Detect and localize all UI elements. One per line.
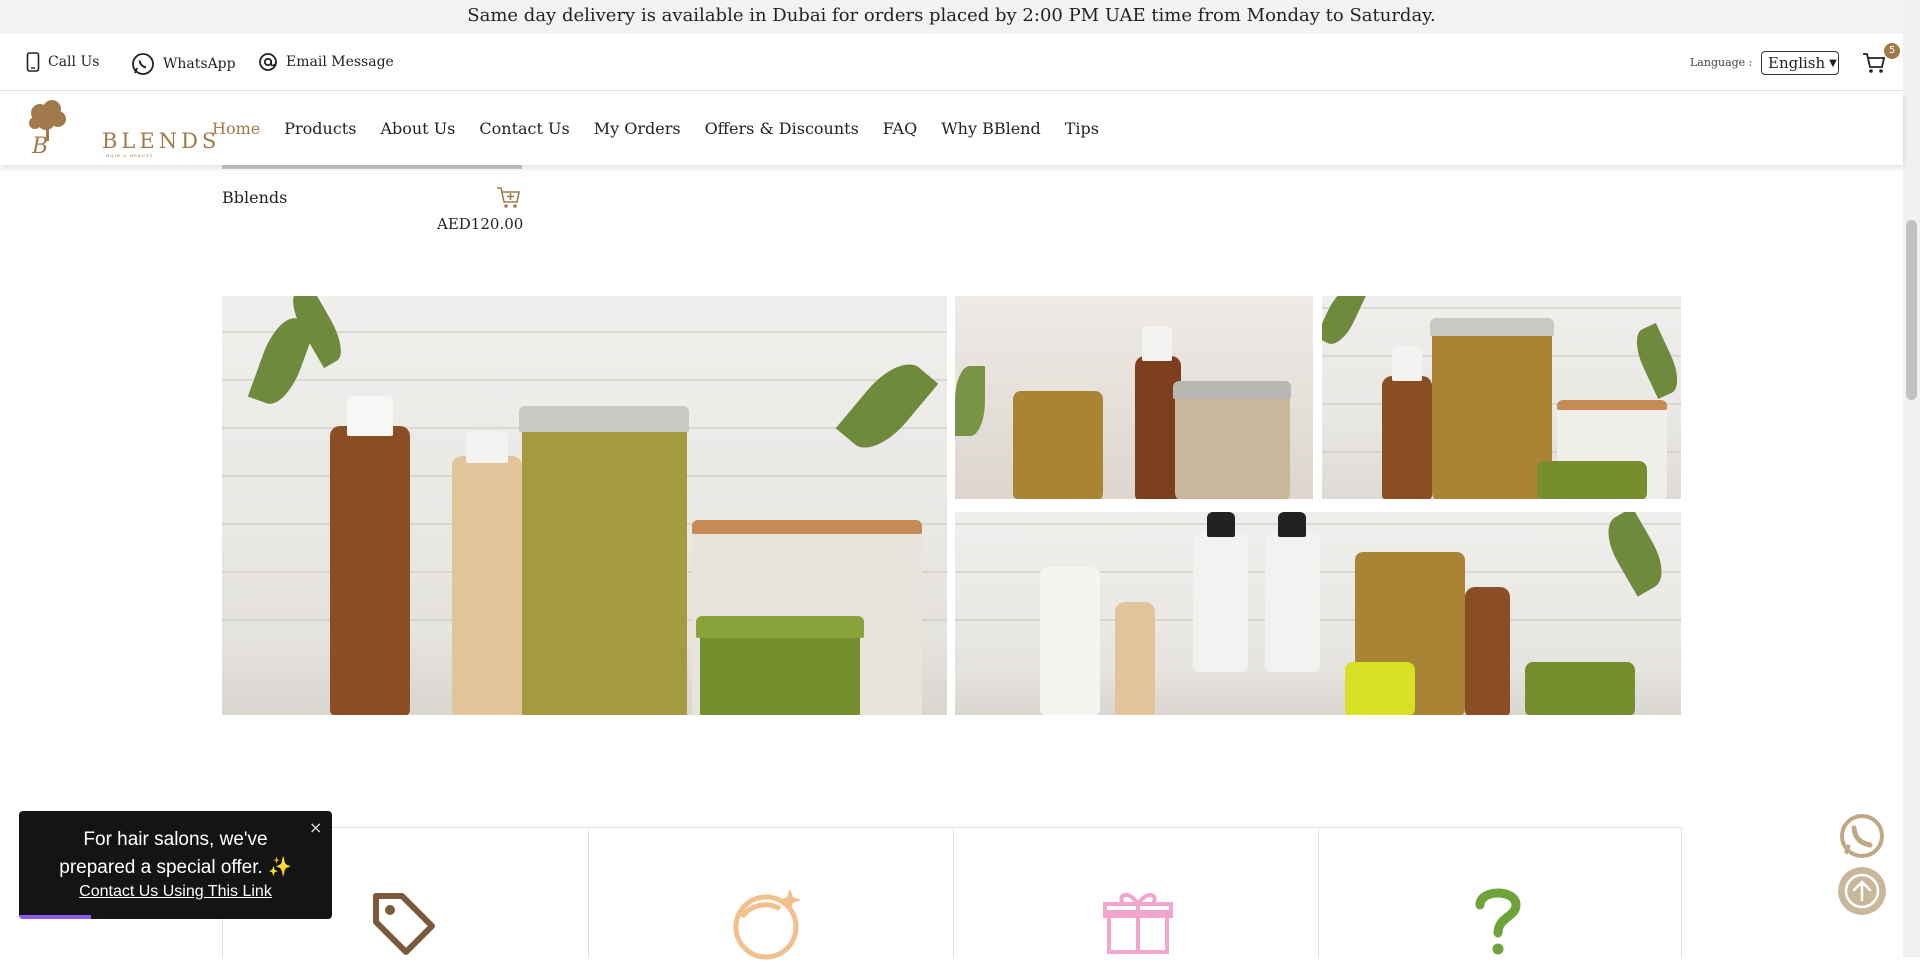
svg-text:B: B <box>31 134 48 157</box>
close-icon[interactable]: × <box>309 818 322 837</box>
product-name[interactable]: Bblends <box>222 188 287 207</box>
blends-logo[interactable]: B BLENDS HAIR & BEAUTY <box>26 99 216 159</box>
chevron-down-icon: ▼ <box>1829 57 1837 69</box>
toast-line-1: For hair salons, we've <box>83 829 268 850</box>
nav-about-us[interactable]: About Us <box>380 119 455 138</box>
whatsapp-float-button[interactable] <box>1838 812 1886 860</box>
tag-icon <box>373 893 435 955</box>
language-label: Language : <box>1690 56 1753 69</box>
gallery-image-4[interactable] <box>955 512 1681 715</box>
salon-offer-toast: For hair salons, we've prepared a specia… <box>19 811 332 919</box>
feature-faq[interactable] <box>1318 828 1682 958</box>
nav-links: Home Products About Us Contact Us My Ord… <box>212 119 1123 138</box>
feature-kids[interactable] <box>588 828 954 960</box>
toast-progress-bar <box>19 915 91 919</box>
product-image-bottom <box>222 165 522 169</box>
nav-faq[interactable]: FAQ <box>883 119 917 138</box>
product-price: AED120.00 <box>437 215 524 233</box>
nav-offers-discounts[interactable]: Offers & Discounts <box>705 119 859 138</box>
at-sign-icon <box>259 53 277 71</box>
nav-products[interactable]: Products <box>284 119 356 138</box>
gallery-image-large[interactable] <box>222 296 947 715</box>
cart-icon[interactable] <box>1862 52 1886 74</box>
toast-line-2: prepared a special offer. ✨ <box>59 857 292 878</box>
call-us-label: Call Us <box>48 54 100 70</box>
toast-message: For hair salons, we've prepared a specia… <box>19 826 332 882</box>
logo-wordmark: BLENDS <box>102 129 221 153</box>
whatsapp-label: WhatsApp <box>163 56 236 72</box>
contact-bar: Call Us WhatsApp Email Message Language … <box>0 34 1903 91</box>
whatsapp-icon <box>132 53 154 75</box>
gift-icon <box>1103 893 1173 954</box>
question-icon <box>1475 888 1521 955</box>
nav-why-bblend[interactable]: Why BBlend <box>941 119 1041 138</box>
cart-count-badge: 5 <box>1884 43 1900 59</box>
feature-gifts[interactable] <box>953 828 1319 958</box>
scrollbar-thumb[interactable] <box>1906 220 1917 400</box>
tree-logo-icon: B <box>29 100 66 157</box>
nav-home[interactable]: Home <box>212 119 260 138</box>
email-link[interactable]: Email Message <box>258 52 394 72</box>
nav-tips[interactable]: Tips <box>1065 119 1099 138</box>
toast-contact-link[interactable]: Contact Us Using This Link <box>19 883 332 901</box>
gallery-image-3[interactable] <box>1322 296 1681 499</box>
child-face-icon <box>733 889 801 960</box>
announcement-bar: Same day delivery is available in Dubai … <box>0 0 1903 34</box>
add-to-cart-icon[interactable] <box>496 186 522 210</box>
phone-icon <box>26 52 40 72</box>
whatsapp-link[interactable]: WhatsApp <box>131 52 236 76</box>
language-select[interactable]: English ▼ <box>1761 51 1839 75</box>
vertical-scrollbar[interactable] <box>1903 0 1920 957</box>
logo-subtitle: HAIR & BEAUTY <box>106 153 154 158</box>
language-selected: English <box>1768 54 1826 72</box>
nav-my-orders[interactable]: My Orders <box>594 119 681 138</box>
email-label: Email Message <box>286 54 394 70</box>
scroll-to-top-button[interactable] <box>1838 867 1886 915</box>
call-us-link[interactable]: Call Us <box>26 52 99 72</box>
features-section <box>222 827 1682 960</box>
nav-contact-us[interactable]: Contact Us <box>479 119 569 138</box>
main-navbar: B BLENDS HAIR & BEAUTY Home Products Abo… <box>0 91 1903 165</box>
gallery-image-2[interactable] <box>955 296 1313 499</box>
